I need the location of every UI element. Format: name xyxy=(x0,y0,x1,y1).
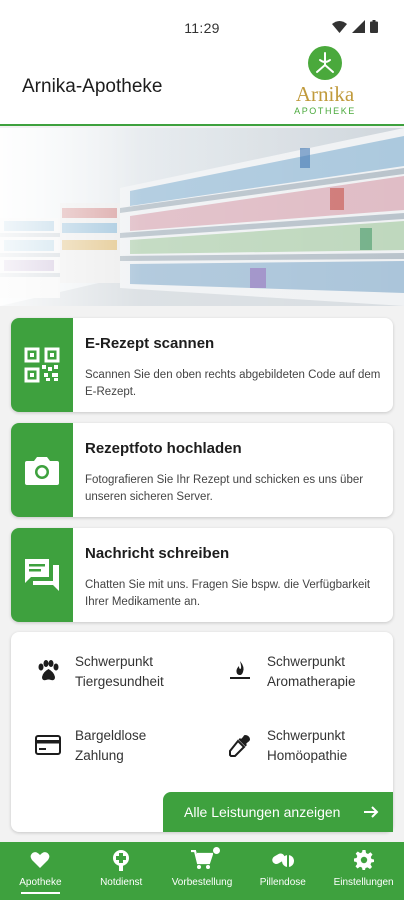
card-description: Fotografieren Sie Ihr Rezept und schicke… xyxy=(85,474,364,503)
nachricht-card[interactable]: Nachricht schreiben Chatten Sie mit uns.… xyxy=(11,528,393,622)
cart-badge-dot xyxy=(212,847,220,854)
logo-subtitle: APOTHEKE xyxy=(294,106,356,116)
nav-item-einstellungen[interactable]: Einstellungen xyxy=(323,842,404,900)
heart-icon xyxy=(30,849,50,871)
service-label-line1: Schwerpunkt xyxy=(75,654,154,669)
all-services-button[interactable]: Alle Leistungen anzeigen xyxy=(163,792,393,832)
service-homoeopathie[interactable]: Schwerpunkt Homöopathie xyxy=(225,726,347,766)
pills-icon xyxy=(271,849,295,871)
page-title: Arnika-Apotheke xyxy=(22,76,163,97)
camera-icon xyxy=(11,423,73,517)
signal-icon xyxy=(352,20,365,33)
nav-label: Notdienst xyxy=(100,877,143,888)
service-label-line1: Schwerpunkt xyxy=(267,654,346,669)
service-label-line2: Zahlung xyxy=(75,748,124,763)
app-header: Arnika-Apotheke Arnika APOTHEKE xyxy=(0,46,404,126)
card-title: Rezeptfoto hochladen xyxy=(85,440,242,457)
logo-name: Arnika xyxy=(295,82,355,106)
cart-icon xyxy=(190,847,220,871)
rezeptfoto-card[interactable]: Rezeptfoto hochladen Fotografieren Sie I… xyxy=(11,423,393,517)
service-label-line1: Bargeldlose xyxy=(75,728,147,743)
arrow-right-icon xyxy=(364,806,379,818)
credit-card-icon xyxy=(33,730,63,760)
gear-icon xyxy=(353,849,374,871)
dropper-icon xyxy=(225,730,255,760)
service-aromatherapie[interactable]: Schwerpunkt Aromatherapie xyxy=(225,652,356,692)
pharmacy-logo: Arnika APOTHEKE xyxy=(286,46,364,120)
status-icons xyxy=(332,20,378,33)
all-services-label: Alle Leistungen anzeigen xyxy=(184,804,341,820)
service-label-line2: Homöopathie xyxy=(267,748,348,763)
nav-item-vorbestellung[interactable]: Vorbestellung xyxy=(162,842,243,900)
nav-item-notdienst[interactable]: Notdienst xyxy=(81,842,162,900)
nav-label: Pillendose xyxy=(259,877,306,888)
card-description: Chatten Sie mit uns. Fragen Sie bspw. di… xyxy=(85,579,371,608)
nav-item-apotheke[interactable]: Apotheke xyxy=(0,842,81,900)
flame-icon xyxy=(225,656,255,686)
chat-icon xyxy=(11,528,73,622)
service-label-line1: Schwerpunkt xyxy=(267,728,346,743)
card-description: Scannen Sie den oben rechts abgebildeten… xyxy=(85,369,381,398)
arnika-logo-icon xyxy=(308,46,342,80)
nav-label: Apotheke xyxy=(19,877,62,888)
service-bargeldlos[interactable]: Bargeldlose Zahlung xyxy=(33,726,146,766)
nav-label: Einstellungen xyxy=(333,877,394,888)
card-title: Nachricht schreiben xyxy=(85,545,230,562)
bottom-navigation: Apotheke Notdienst Vorbestellung Pillend… xyxy=(0,842,404,900)
service-label-line2: Aromatherapie xyxy=(267,674,356,689)
qr-code-icon xyxy=(11,318,73,412)
battery-icon xyxy=(370,20,378,33)
active-indicator xyxy=(21,892,60,894)
service-label-line2: Tiergesundheit xyxy=(75,674,164,689)
e-rezept-card[interactable]: E-Rezept scannen Scannen Sie den oben re… xyxy=(11,318,393,412)
nav-label: Vorbestellung xyxy=(171,877,233,888)
wifi-icon xyxy=(332,20,347,33)
medical-cross-icon xyxy=(110,849,132,871)
nav-item-pillendose[interactable]: Pillendose xyxy=(242,842,323,900)
card-title: E-Rezept scannen xyxy=(85,335,215,352)
pharmacy-hero-image xyxy=(0,128,404,306)
paw-icon xyxy=(33,656,63,686)
service-tiergesundheit[interactable]: Schwerpunkt Tiergesundheit xyxy=(33,652,164,692)
